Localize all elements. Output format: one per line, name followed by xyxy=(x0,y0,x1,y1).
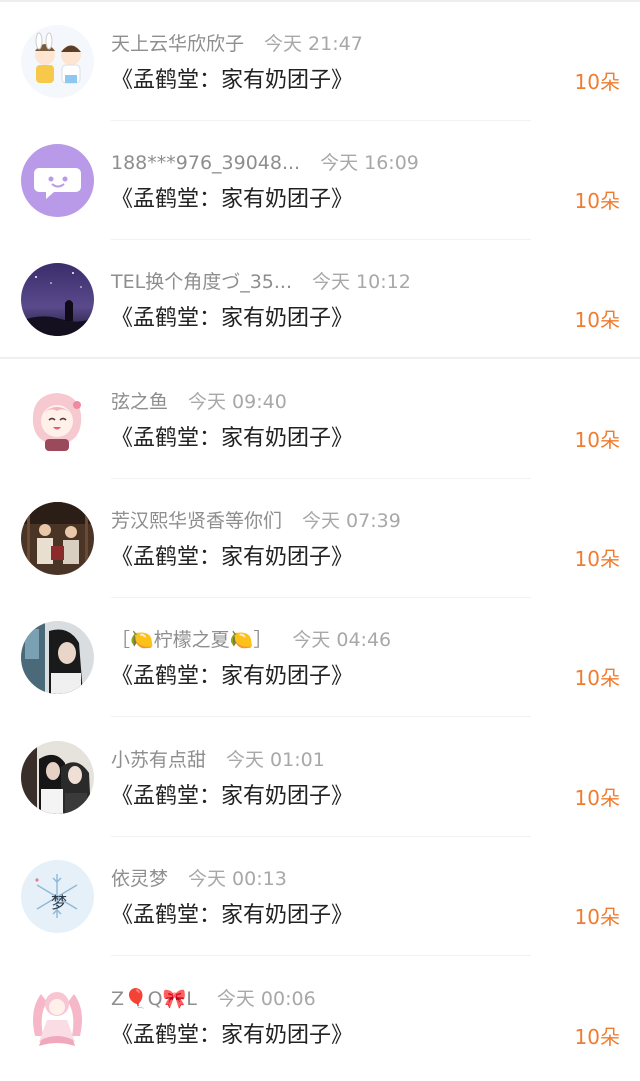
list-item[interactable]: 天上云华欣欣子 今天 21:47 《孟鹤堂：家有奶团子》 10朵 xyxy=(0,2,640,121)
user-name[interactable]: 芳汉熙华贤香等你们 xyxy=(111,510,282,532)
list-item[interactable]: 弦之鱼 今天 09:40 《孟鹤堂：家有奶团子》 10朵 xyxy=(0,360,640,479)
timestamp: 今天 07:39 xyxy=(302,510,401,532)
gift-amount: 10朵 xyxy=(574,70,620,94)
timestamp: 今天 01:01 xyxy=(226,749,325,771)
timestamp: 今天 09:40 xyxy=(188,391,287,413)
item-meta: 弦之鱼 今天 09:40 xyxy=(111,389,287,415)
book-title[interactable]: 《孟鹤堂：家有奶团子》 xyxy=(111,423,353,455)
girl-photo-avatar-icon xyxy=(21,621,94,694)
book-title[interactable]: 《孟鹤堂：家有奶团子》 xyxy=(111,184,353,216)
anime-girl-avatar-icon xyxy=(21,383,94,456)
couple-photo-avatar-icon xyxy=(21,741,94,814)
item-meta: 芳汉熙华贤香等你们 今天 07:39 xyxy=(111,508,401,534)
night-sky-avatar-icon xyxy=(21,263,94,336)
book-title[interactable]: 《孟鹤堂：家有奶团子》 xyxy=(111,65,353,97)
book-title[interactable]: 《孟鹤堂：家有奶团子》 xyxy=(111,781,353,813)
user-name[interactable]: TEL换个角度づ_35... xyxy=(111,271,292,293)
item-meta: TEL换个角度づ_35... 今天 10:12 xyxy=(111,269,411,295)
row-divider xyxy=(111,716,531,717)
avatar[interactable] xyxy=(21,383,94,456)
timestamp: 今天 00:13 xyxy=(188,868,287,890)
book-title[interactable]: 《孟鹤堂：家有奶团子》 xyxy=(111,661,353,693)
cartoon-kids-avatar-icon xyxy=(21,25,94,98)
section-divider xyxy=(0,357,640,359)
pink-anime-avatar-icon xyxy=(21,980,94,1053)
item-meta: 天上云华欣欣子 今天 21:47 xyxy=(111,31,363,57)
user-name[interactable]: ［🍋柠檬之夏🍋］ xyxy=(111,629,272,651)
user-name[interactable]: 188***976_39048... xyxy=(111,152,300,174)
timestamp: 今天 00:06 xyxy=(216,988,316,1010)
item-meta: 小苏有点甜 今天 01:01 xyxy=(111,747,325,773)
timestamp: 今天 10:12 xyxy=(312,271,411,293)
user-name[interactable]: 小苏有点甜 xyxy=(111,749,206,771)
svg-text:梦: 梦 xyxy=(51,893,67,912)
book-title[interactable]: 《孟鹤堂：家有奶团子》 xyxy=(111,1020,353,1052)
avatar[interactable] xyxy=(21,621,94,694)
user-name[interactable]: 天上云华欣欣子 xyxy=(111,33,244,55)
timestamp: 今天 16:09 xyxy=(320,152,419,174)
list-item[interactable]: Z🎈Q🎀L 今天 00:06 《孟鹤堂：家有奶团子》 10朵 xyxy=(0,957,640,1076)
list-item[interactable]: TEL换个角度づ_35... 今天 10:12 《孟鹤堂：家有奶团子》 10朵 xyxy=(0,240,640,359)
item-meta: 依灵梦 今天 00:13 xyxy=(111,866,287,892)
avatar[interactable] xyxy=(21,980,94,1053)
list-item[interactable]: 芳汉熙华贤香等你们 今天 07:39 《孟鹤堂：家有奶团子》 10朵 xyxy=(0,479,640,598)
user-name[interactable]: 依灵梦 xyxy=(111,868,168,890)
avatar[interactable] xyxy=(21,144,94,217)
book-title[interactable]: 《孟鹤堂：家有奶团子》 xyxy=(111,303,353,335)
list-item[interactable]: ［🍋柠檬之夏🍋］ 今天 04:46 《孟鹤堂：家有奶团子》 10朵 xyxy=(0,598,640,717)
user-name[interactable]: 弦之鱼 xyxy=(111,391,168,413)
avatar[interactable] xyxy=(21,502,94,575)
avatar[interactable] xyxy=(21,25,94,98)
list-item[interactable]: 188***976_39048... 今天 16:09 《孟鹤堂：家有奶团子》 1… xyxy=(0,121,640,240)
stage-photo-avatar-icon xyxy=(21,502,94,575)
default-chat-avatar-icon xyxy=(21,144,94,217)
gift-amount: 10朵 xyxy=(574,786,620,810)
gift-amount: 10朵 xyxy=(574,189,620,213)
gift-amount: 10朵 xyxy=(574,428,620,452)
book-title[interactable]: 《孟鹤堂：家有奶团子》 xyxy=(111,900,353,932)
gift-amount: 10朵 xyxy=(574,547,620,571)
item-meta: Z🎈Q🎀L 今天 00:06 xyxy=(111,986,316,1012)
avatar[interactable] xyxy=(21,741,94,814)
gift-amount: 10朵 xyxy=(574,905,620,929)
user-name[interactable]: Z🎈Q🎀L xyxy=(111,988,197,1010)
row-divider xyxy=(111,955,531,956)
item-meta: 188***976_39048... 今天 16:09 xyxy=(111,150,419,176)
list-item[interactable]: 梦 依灵梦 今天 00:13 《孟鹤堂：家有奶团子》 10朵 xyxy=(0,837,640,956)
avatar[interactable]: 梦 xyxy=(21,860,94,933)
gift-amount: 10朵 xyxy=(574,666,620,690)
book-title[interactable]: 《孟鹤堂：家有奶团子》 xyxy=(111,542,353,574)
list-item[interactable]: 小苏有点甜 今天 01:01 《孟鹤堂：家有奶团子》 10朵 xyxy=(0,718,640,837)
dream-snowflake-avatar-icon: 梦 xyxy=(21,860,94,933)
timestamp: 今天 04:46 xyxy=(292,629,392,651)
gift-amount: 10朵 xyxy=(574,308,620,332)
avatar[interactable] xyxy=(21,263,94,336)
timestamp: 今天 21:47 xyxy=(264,33,363,55)
item-meta: ［🍋柠檬之夏🍋］ 今天 04:46 xyxy=(111,627,391,653)
gift-amount: 10朵 xyxy=(574,1025,620,1049)
